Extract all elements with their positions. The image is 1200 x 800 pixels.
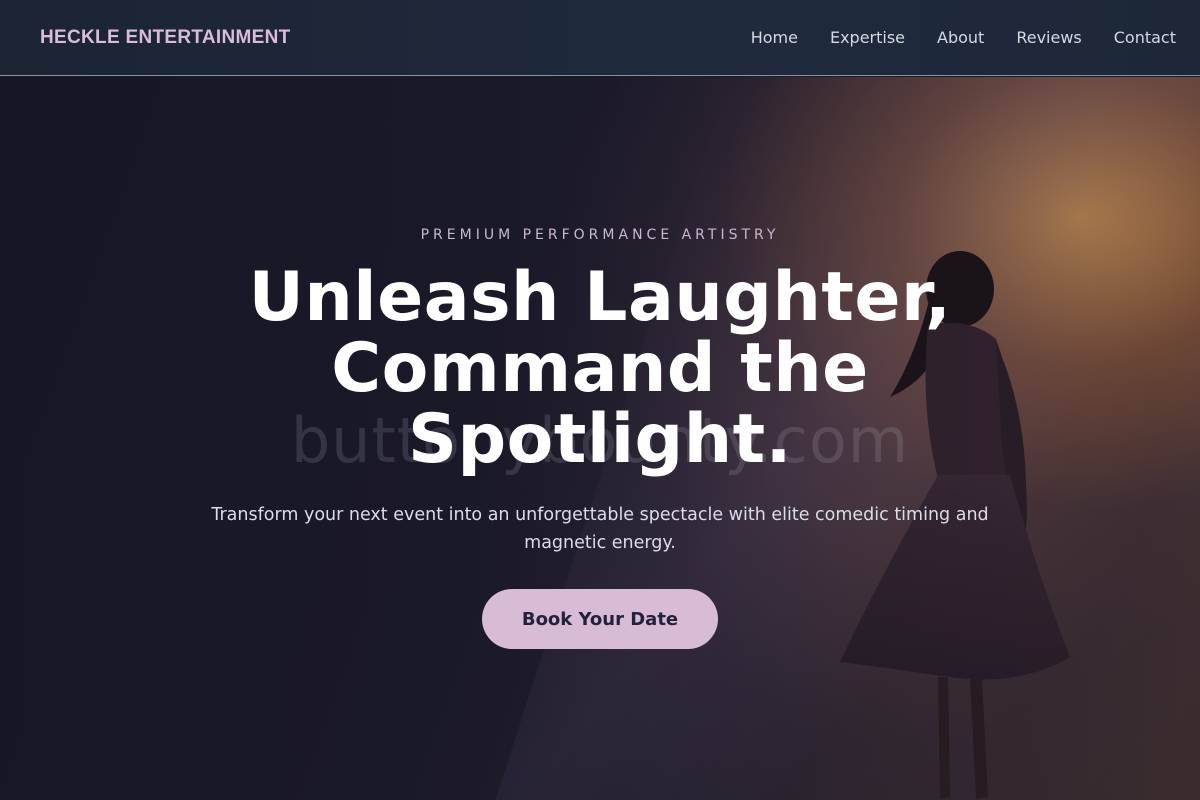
hero-subtext: Transform your next event into an unforg… [211,505,989,553]
hero-eyebrow: PREMIUM PERFORMANCE ARTISTRY [420,227,780,243]
hero-content: PREMIUM PERFORMANCE ARTISTRY Unleash Lau… [0,77,1200,800]
book-your-date-button[interactable]: Book Your Date [482,589,718,649]
nav-reviews[interactable]: Reviews [1016,28,1081,47]
landing-page: HECKLE ENTERTAINMENT Home Expertise Abou… [0,0,1200,800]
hero-headline: Unleash Laughter, Command the Spotlight. [248,258,952,479]
nav-about[interactable]: About [937,28,984,47]
hero-section: buttonybounty.com PREMIUM PERFORMANCE AR… [0,77,1200,800]
nav-contact[interactable]: Contact [1114,28,1176,47]
main-nav: Home Expertise About Reviews Contact [751,28,1176,47]
nav-expertise[interactable]: Expertise [830,28,905,47]
brand-logo[interactable]: HECKLE ENTERTAINMENT [40,27,291,49]
site-header: HECKLE ENTERTAINMENT Home Expertise Abou… [0,0,1200,76]
nav-home[interactable]: Home [751,28,798,47]
